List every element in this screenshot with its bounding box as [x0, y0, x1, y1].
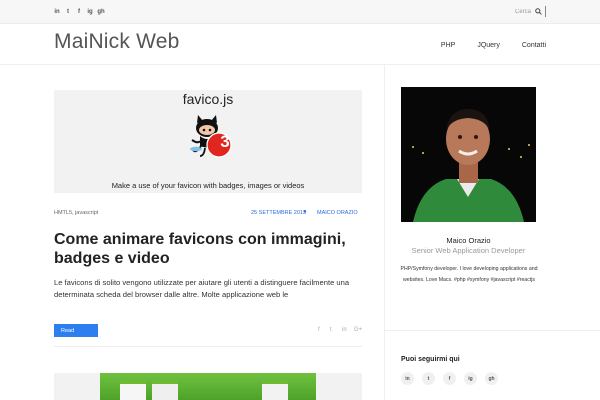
post-author[interactable]: MAICO ORAZIO	[317, 210, 358, 216]
author-name: Maico Orazio	[446, 236, 491, 245]
author-role: Senior Web Application Developer	[411, 246, 526, 255]
facebook-icon[interactable]: f	[443, 372, 456, 385]
post-featured-image[interactable]: favico.js 3 Make a use of your favicon w…	[54, 90, 362, 193]
linkedin-icon[interactable]: in	[401, 372, 414, 385]
instagram-icon[interactable]: ig	[464, 372, 477, 385]
facebook-share-icon[interactable]: f	[318, 327, 323, 333]
top-social-links: in t f ig gh	[54, 7, 104, 16]
jar-graphic	[262, 379, 288, 400]
site-header: MaiNick Web PHP JQuery Contatti	[0, 24, 600, 64]
nav-item-jquery[interactable]: JQuery	[477, 42, 500, 49]
sidebar-divider	[384, 64, 385, 400]
badge-number: 3	[220, 132, 230, 151]
site-title[interactable]: MaiNick Web	[54, 30, 180, 54]
search-input[interactable]	[515, 8, 535, 15]
nav-item-contatti[interactable]: Contatti	[522, 42, 546, 49]
follow-title: Puoi seguirmi qui	[401, 356, 460, 363]
linkedin-share-icon[interactable]: in	[342, 327, 347, 333]
github-icon[interactable]: gh	[97, 7, 104, 16]
post-divider	[54, 346, 362, 347]
post-date[interactable]: 25 SETTEMBRE 2013	[251, 210, 306, 216]
post-excerpt: Le favicons di solito vengono utilizzate…	[54, 278, 350, 299]
twitter-icon[interactable]: t	[65, 7, 71, 16]
facebook-icon[interactable]: f	[76, 7, 82, 16]
github-icon[interactable]: gh	[485, 372, 498, 385]
follow-links: in t f ig gh	[401, 372, 498, 385]
sidebar-separator	[385, 330, 600, 331]
read-button[interactable]: Read	[54, 324, 98, 337]
nav-item-php[interactable]: PHP	[441, 42, 455, 49]
share-links: f t in G+	[318, 327, 362, 333]
author-bio: PHP/Symfony developer. I love developing…	[400, 266, 538, 283]
instagram-icon[interactable]: ig	[87, 7, 93, 16]
image-caption: Make a use of your favicon with badges, …	[111, 181, 305, 190]
search-icon[interactable]	[535, 8, 542, 15]
jar-graphic	[152, 379, 178, 400]
twitter-icon[interactable]: t	[422, 372, 435, 385]
jar-graphic	[120, 379, 146, 400]
next-post-image-art	[100, 373, 316, 400]
image-title: favico.js	[182, 91, 234, 107]
main-nav: PHP JQuery Contatti	[441, 42, 546, 49]
author-photo	[401, 87, 536, 222]
google-plus-share-icon[interactable]: G+	[354, 327, 362, 333]
header-divider	[0, 64, 600, 65]
meta-separator-dot: ●	[303, 209, 307, 215]
next-post-featured-image[interactable]	[54, 373, 362, 400]
search-box	[515, 6, 546, 17]
twitter-share-icon[interactable]: t	[330, 327, 335, 333]
post-categories[interactable]: HMTL5, javascript	[54, 210, 98, 216]
top-bar: in t f ig gh	[0, 0, 600, 24]
post-title[interactable]: Come animare favicons con immagini, badg…	[54, 230, 364, 268]
author-photo-art	[401, 87, 536, 222]
linkedin-icon[interactable]: in	[54, 7, 60, 16]
